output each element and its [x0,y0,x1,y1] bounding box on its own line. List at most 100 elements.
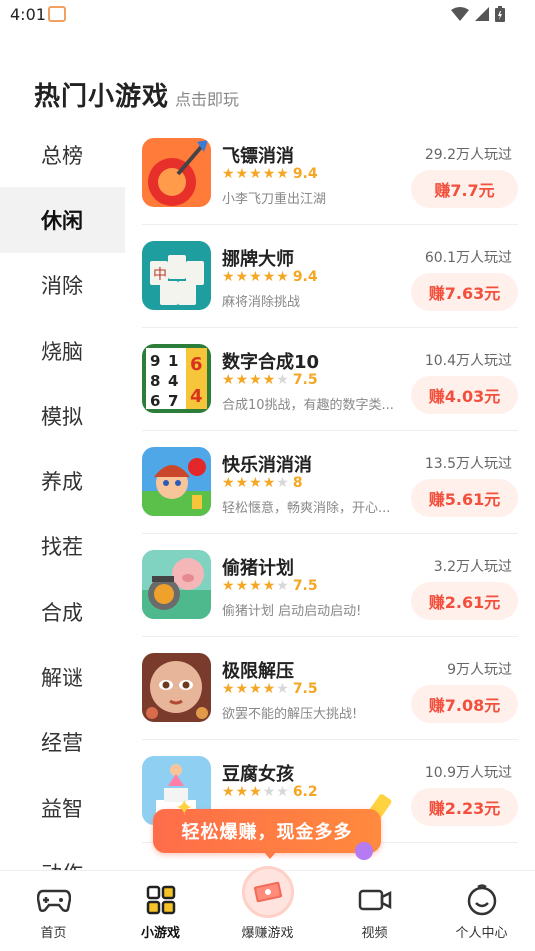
status-time: 4:01 [10,5,46,24]
play-count: 9万人玩过 [447,662,512,678]
empty-star-icon: ★ [276,578,289,594]
star-icon: ★ [249,269,262,285]
category-item[interactable]: 找茬 [0,514,125,579]
star-icon: ★ [222,784,235,800]
game-row[interactable]: 中 挪牌大师 ★ ★ ★ ★ ★ 9.4 麻将消除挑战 60.1万人玩过 赚7.63元 [142,225,518,328]
star-icon: ★ [222,681,235,697]
game-row[interactable]: 极限解压 ★ ★ ★ ★ ★ 7.5 欲罢不能的解压大挑战! 9万人玩过 赚7.08元 [142,637,518,740]
earn-button[interactable]: 赚7.63元 [411,273,518,311]
star-icon: ★ [249,166,262,182]
star-icon: ★ [235,784,249,800]
rating-stars: ★ ★ ★ ★ ★ 6.2 [222,784,318,800]
nav-video[interactable]: 视频 [321,871,428,951]
category-label: 动作 [41,858,83,870]
category-item[interactable]: 益智 [0,775,125,840]
star-icon: ★ [249,681,262,697]
game-icon-pig-heist[interactable] [142,550,211,619]
half-star-icon: ★ [262,578,276,594]
game-list: 飞镖消消 ★ ★ ★ ★ ★ 9.4 小李飞刀重出江湖 29.2万人玩过 赚7.7元 中… [142,122,518,870]
game-icon-number-merge[interactable]: 91846764 [142,344,211,413]
cash-icon [241,866,294,918]
game-description: 合成10挑战，有趣的数字类... [222,398,394,413]
video-icon [358,883,392,917]
game-rating: 9.4 [292,166,318,182]
star-icon: ★ [249,784,262,800]
category-item[interactable]: 解谜 [0,644,125,709]
star-icon: ★ [235,166,249,182]
star-icon: ★ [222,372,235,388]
game-rating: 7.5 [292,681,318,697]
nav-mini-games[interactable]: 小游戏 [107,871,214,951]
category-item[interactable]: 消除 [0,253,125,318]
game-row[interactable]: 快乐消消消 ★ ★ ★ ★ ★ 8 轻松惬意，畅爽消除，开心... 13.5万人玩过 赚… [142,431,518,534]
star-icon: ★ [222,269,235,285]
category-item[interactable]: 动作 [0,840,125,870]
empty-star-icon: ★ [276,681,289,697]
game-icon-happy-match[interactable] [142,447,211,516]
game-icon-stress-relief[interactable] [142,653,211,722]
svg-text:1: 1 [168,352,178,370]
star-icon: ★ [222,475,235,491]
nav-profile[interactable]: 个人中心 [428,871,535,951]
earn-button[interactable]: 赚7.08元 [411,685,518,723]
svg-text:7: 7 [168,392,178,410]
nav-label: 爆赚游戏 [241,926,294,941]
game-rating: 8 [292,475,303,491]
category-item[interactable]: 合成 [0,579,125,644]
game-row[interactable]: 91846764 数字合成10 ★ ★ ★ ★ ★ 7.5 合成10挑战，有趣的数字类.… [142,328,518,431]
category-item[interactable]: 烧脑 [0,318,125,383]
category-item[interactable]: 经营 [0,710,125,775]
promo-dot [355,842,373,860]
nav-home[interactable]: 首页 [0,871,107,951]
category-label: 烧脑 [41,339,83,364]
svg-text:6: 6 [190,354,203,375]
page-header: 热门小游戏 点击即玩 [34,76,239,113]
page-subtitle: 点击即玩 [175,90,240,109]
game-name: 飞镖消消 [222,146,294,167]
earn-button[interactable]: 赚5.61元 [411,479,518,517]
game-icon-darts[interactable] [142,138,211,207]
gamepad-icon [36,883,71,917]
page-title: 热门小游戏 [34,82,170,112]
category-item[interactable]: 总榜 [0,122,125,187]
game-description: 小李飞刀重出江湖 [222,192,327,207]
svg-text:中: 中 [153,267,167,283]
game-name: 偷猪计划 [222,558,294,579]
category-label: 解谜 [41,666,83,691]
star-icon: ★ [249,475,262,491]
earn-button[interactable]: 赚2.61元 [411,582,518,620]
game-row[interactable]: 偷猪计划 ★ ★ ★ ★ ★ 7.5 偷猪计划 启动启动启动! 3.2万人玩过 赚2.6… [142,534,518,637]
category-item[interactable]: 模拟 [0,383,125,448]
nav-label: 首页 [40,926,67,941]
battery-icon [495,6,505,22]
star-icon: ★ [222,578,235,594]
category-item-active[interactable]: 休闲 [0,187,125,253]
game-rating: 6.2 [292,784,318,800]
nav-label: 视频 [361,926,388,941]
earn-button[interactable]: 赚4.03元 [411,376,518,414]
svg-text:6: 6 [150,392,160,410]
game-name: 极限解压 [222,661,294,682]
half-star-icon: ★ [262,681,276,697]
game-rating: 7.5 [292,372,318,388]
rating-stars: ★ ★ ★ ★ ★ 9.4 [222,166,318,182]
category-item[interactable]: 养成 [0,448,125,513]
sparkle-icon: ✦ [175,796,194,821]
star-icon: ★ [235,269,249,285]
earn-button[interactable]: 赚7.7元 [411,170,518,208]
game-row[interactable]: 飞镖消消 ★ ★ ★ ★ ★ 9.4 小李飞刀重出江湖 29.2万人玩过 赚7.7元 [142,122,518,225]
game-name: 豆腐女孩 [222,764,294,785]
empty-star-icon: ★ [276,784,289,800]
svg-text:4: 4 [190,386,203,407]
earn-button[interactable]: 赚2.23元 [411,788,518,826]
notification-app-icon [48,6,66,22]
play-count: 10.4万人玩过 [424,353,512,369]
game-name: 数字合成10 [222,352,320,373]
rating-stars: ★ ★ ★ ★ ★ 7.5 [222,578,318,594]
category-label: 经营 [41,731,83,756]
game-icon-mahjong[interactable]: 中 [142,241,211,310]
game-description: 偷猪计划 启动启动启动! [222,604,362,619]
game-description: 轻松惬意，畅爽消除，开心... [222,501,391,516]
empty-star-icon: ★ [276,475,289,491]
nav-big-earn[interactable]: 爆赚游戏 [214,866,321,951]
